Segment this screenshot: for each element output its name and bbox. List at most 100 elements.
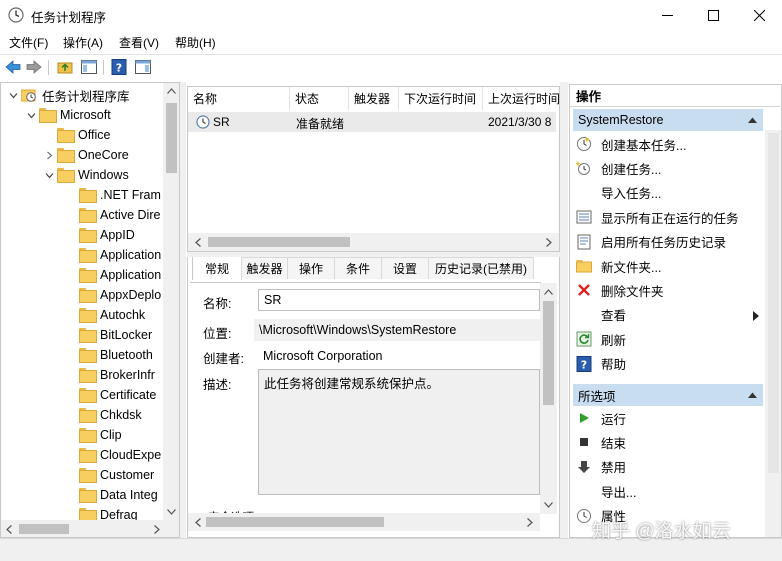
tree-item-subfolder[interactable]: Customer bbox=[79, 465, 154, 485]
tree-item-windows[interactable]: Windows bbox=[43, 165, 129, 185]
action-item[interactable]: 删除文件夹 bbox=[573, 278, 763, 302]
tree-item-subfolder[interactable]: Data Integ bbox=[79, 485, 158, 505]
tree-item-subfolder[interactable]: Autochk bbox=[79, 305, 145, 325]
show-hide-action-pane-button[interactable] bbox=[134, 58, 152, 76]
actions-section-selected[interactable]: 所选项 bbox=[573, 384, 763, 406]
menu-view[interactable]: 查看(V) bbox=[119, 34, 159, 51]
collapse-chevron-icon[interactable] bbox=[25, 109, 37, 121]
column-header-next-run[interactable]: 下次运行时间 bbox=[399, 87, 483, 110]
tab-actions[interactable]: 操作 bbox=[287, 257, 335, 279]
tree-item-subfolder[interactable]: AppID bbox=[79, 225, 135, 245]
tree-item-subfolder[interactable]: .NET Fram bbox=[79, 185, 161, 205]
column-header-trigger[interactable]: 触发器 bbox=[349, 87, 399, 110]
tab-general[interactable]: 常规 bbox=[192, 257, 242, 280]
action-item[interactable]: 创建基本任务... bbox=[573, 132, 763, 156]
collapse-chevron-icon[interactable] bbox=[43, 169, 55, 181]
close-button[interactable] bbox=[736, 0, 782, 30]
tree-label: Application bbox=[100, 268, 162, 282]
tree-vertical-scrollbar[interactable] bbox=[163, 83, 179, 520]
scroll-up-arrow-icon[interactable] bbox=[542, 286, 554, 298]
task-details-pane: 常规 触发器 操作 条件 设置 历史记录(已禁用) 名称: SR 位置: \Mi… bbox=[187, 257, 560, 538]
show-hide-tree-button[interactable] bbox=[80, 58, 98, 76]
tree-item-subfolder[interactable]: AppxDeplo bbox=[79, 285, 161, 305]
action-item[interactable]: 创建任务... bbox=[573, 156, 763, 180]
scroll-left-arrow-icon[interactable] bbox=[3, 523, 15, 535]
tree-horizontal-scrollbar[interactable] bbox=[1, 520, 179, 537]
action-label: 显示所有正在运行的任务 bbox=[601, 211, 739, 226]
scroll-right-arrow-icon[interactable] bbox=[151, 523, 163, 535]
tree-item-subfolder[interactable]: Application bbox=[79, 265, 161, 285]
help-toolbar-button[interactable]: ? bbox=[110, 58, 128, 76]
tab-settings[interactable]: 设置 bbox=[381, 257, 429, 279]
tree-item-subfolder[interactable]: Bluetooth bbox=[79, 345, 153, 365]
minimize-button[interactable] bbox=[644, 0, 690, 30]
pane-splitter[interactable] bbox=[560, 82, 568, 538]
actions-section-systemrestore[interactable]: SystemRestore bbox=[573, 109, 763, 131]
scroll-right-arrow-icon[interactable] bbox=[524, 516, 536, 528]
folder-icon bbox=[79, 408, 97, 423]
section-title: 所选项 bbox=[578, 389, 616, 404]
scroll-left-arrow-icon[interactable] bbox=[192, 236, 204, 248]
action-item[interactable]: 禁用 bbox=[573, 455, 763, 479]
maximize-button[interactable] bbox=[690, 0, 736, 30]
action-item[interactable]: 导出... bbox=[573, 479, 763, 503]
tree-item-subfolder[interactable]: BitLocker bbox=[79, 325, 152, 345]
action-item[interactable]: 刷新 bbox=[573, 327, 763, 351]
tab-conditions[interactable]: 条件 bbox=[334, 257, 382, 279]
tree-item-subfolder[interactable]: Chkdsk bbox=[79, 405, 142, 425]
description-field[interactable]: 此任务将创建常规系统保护点。 bbox=[258, 369, 540, 495]
tree-root-item[interactable]: 任务计划程序库 bbox=[7, 85, 130, 105]
column-header-name[interactable]: 名称 bbox=[188, 87, 290, 110]
tree-item-subfolder[interactable]: Application bbox=[79, 245, 161, 265]
scroll-thumb[interactable] bbox=[543, 301, 554, 405]
table-row[interactable]: SR 准备就绪 2021/3/30 8 bbox=[188, 112, 556, 132]
tree-item-office[interactable]: Office bbox=[43, 125, 110, 145]
tab-triggers[interactable]: 触发器 bbox=[241, 257, 288, 279]
forward-button[interactable] bbox=[25, 58, 43, 76]
tab-history[interactable]: 历史记录(已禁用) bbox=[428, 257, 534, 279]
details-horizontal-scrollbar[interactable] bbox=[188, 513, 540, 531]
menu-file[interactable]: 文件(F) bbox=[9, 34, 48, 51]
tree-label: Data Integ bbox=[100, 488, 158, 502]
menu-action[interactable]: 操作(A) bbox=[63, 34, 103, 51]
name-field[interactable]: SR bbox=[258, 289, 540, 311]
scroll-down-arrow-icon[interactable] bbox=[542, 499, 554, 511]
actions-vertical-scrollbar[interactable] bbox=[765, 130, 781, 537]
scroll-down-arrow-icon[interactable] bbox=[165, 506, 177, 518]
column-header-last-run[interactable]: 上次运行时间 bbox=[483, 87, 559, 110]
tree-item-microsoft[interactable]: Microsoft bbox=[25, 105, 111, 125]
action-item[interactable]: 新文件夹... bbox=[573, 254, 763, 278]
scroll-thumb[interactable] bbox=[768, 133, 779, 473]
menu-help[interactable]: 帮助(H) bbox=[175, 34, 216, 51]
task-list-horizontal-scrollbar[interactable] bbox=[188, 233, 559, 251]
column-header-status[interactable]: 状态 bbox=[290, 87, 349, 110]
tree-label: .NET Fram bbox=[100, 188, 161, 202]
tree-item-subfolder[interactable]: BrokerInfr bbox=[79, 365, 155, 385]
tree-item-subfolder[interactable]: Clip bbox=[79, 425, 122, 445]
pane-splitter[interactable] bbox=[180, 82, 186, 538]
scroll-up-arrow-icon[interactable] bbox=[165, 85, 177, 97]
scroll-thumb[interactable] bbox=[208, 237, 350, 247]
expand-chevron-icon[interactable] bbox=[43, 149, 55, 161]
scroll-thumb[interactable] bbox=[19, 524, 69, 534]
tree-item-subfolder[interactable]: CloudExpe bbox=[79, 445, 161, 465]
up-folder-button[interactable] bbox=[56, 58, 74, 76]
tree-item-onecore[interactable]: OneCore bbox=[43, 145, 129, 165]
details-vertical-scrollbar[interactable] bbox=[540, 283, 557, 514]
action-item[interactable]: 显示所有正在运行的任务 bbox=[573, 205, 763, 229]
tree-item-subfolder[interactable]: Active Dire bbox=[79, 205, 160, 225]
collapse-chevron-icon[interactable] bbox=[7, 89, 19, 101]
scroll-right-arrow-icon[interactable] bbox=[543, 236, 555, 248]
scroll-left-arrow-icon[interactable] bbox=[192, 516, 204, 528]
scroll-thumb[interactable] bbox=[166, 103, 177, 173]
action-item[interactable]: 导入任务... bbox=[573, 181, 763, 205]
action-item[interactable]: ? 帮助 bbox=[573, 352, 763, 376]
tree-item-subfolder[interactable]: Certificate bbox=[79, 385, 156, 405]
action-item[interactable]: 查看 bbox=[573, 303, 763, 327]
action-item[interactable]: 启用所有任务历史记录 bbox=[573, 230, 763, 254]
tree-label: Chkdsk bbox=[100, 408, 142, 422]
action-item[interactable]: 结束 bbox=[573, 430, 763, 454]
action-item[interactable]: 运行 bbox=[573, 406, 763, 430]
back-button[interactable] bbox=[4, 58, 22, 76]
scroll-thumb[interactable] bbox=[206, 517, 384, 527]
